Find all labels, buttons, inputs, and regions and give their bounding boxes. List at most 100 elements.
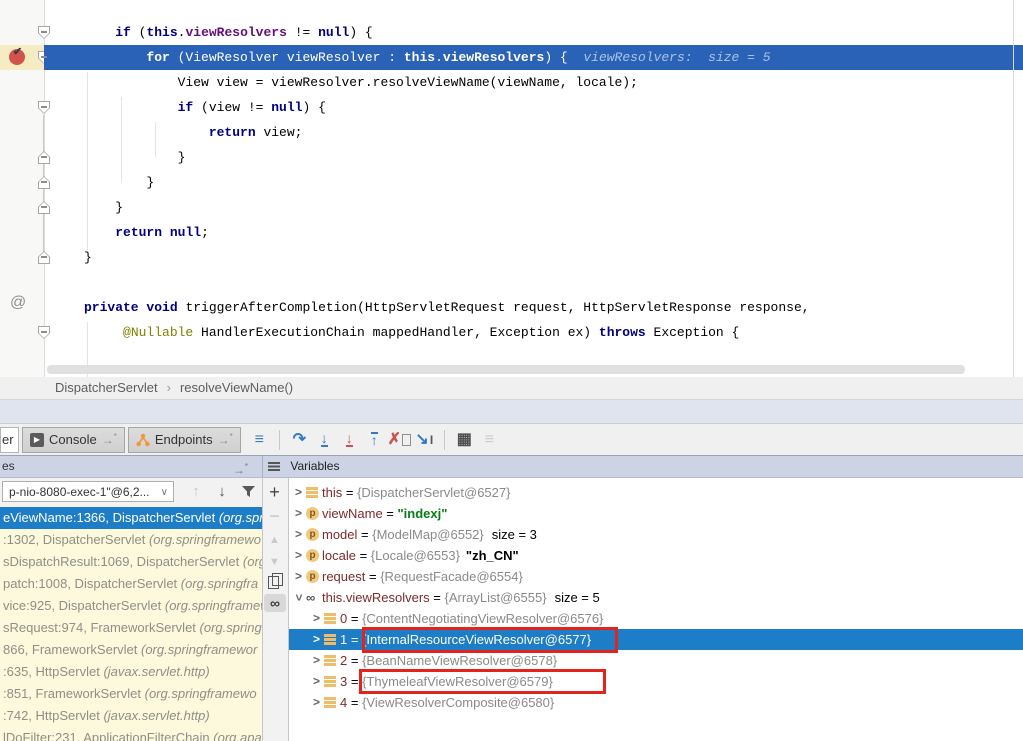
frame-row[interactable]: :742, HttpServlet (javax.servlet.http): [0, 705, 262, 727]
force-step-into-icon[interactable]: ↓: [337, 427, 362, 452]
breakpoint-icon[interactable]: ✔: [9, 49, 25, 65]
move-watch-up-button[interactable]: ▲: [262, 534, 287, 546]
breadcrumb-method[interactable]: resolveViewName(): [180, 380, 293, 395]
code-line[interactable]: View view = viewResolver.resolveViewName…: [44, 70, 1023, 95]
show-watches-toggle[interactable]: ∞: [264, 594, 286, 612]
code-line[interactable]: private void triggerAfterCompletion(Http…: [44, 295, 1023, 320]
add-watch-button[interactable]: +: [262, 482, 287, 503]
layout-menu-icon[interactable]: ≡: [247, 427, 272, 452]
frame-package: (javax.servlet.http): [103, 664, 209, 679]
frame-up-button[interactable]: ↑: [185, 481, 207, 503]
frame-location: sDispatchResult:1069, DispatcherServlet: [3, 554, 243, 569]
frame-package: (org.springframew: [165, 598, 262, 613]
layout-settings-icon[interactable]: ≡: [477, 427, 502, 452]
variable-row[interactable]: >pmodel = {ModelMap@6552}size = 3: [289, 524, 1023, 545]
variable-row[interactable]: >prequest = {RequestFacade@6554}: [289, 566, 1023, 587]
code-line[interactable]: return null;: [44, 220, 1023, 245]
frame-package: (org.apa: [213, 730, 261, 741]
code-text: }: [84, 200, 123, 215]
horizontal-scrollbar[interactable]: [47, 365, 965, 374]
debug-window-title-band: [0, 400, 1023, 424]
breadcrumb-class[interactable]: DispatcherServlet: [55, 380, 158, 395]
equals-sign: =: [347, 650, 362, 671]
tab-er[interactable]: er: [0, 427, 19, 453]
remove-watch-button[interactable]: −: [262, 506, 287, 527]
step-over-icon[interactable]: ↷: [287, 427, 312, 452]
frame-row[interactable]: eViewName:1366, DispatcherServlet (org.s…: [0, 507, 262, 529]
frames-header-label: es: [2, 459, 15, 473]
chevron-collapsed-icon[interactable]: >: [309, 650, 324, 671]
variable-row[interactable]: >∞this.viewResolvers = {ArrayList@6555}s…: [289, 587, 1023, 608]
evaluate-expression-icon[interactable]: ▦: [452, 427, 477, 452]
chevron-collapsed-icon[interactable]: >: [291, 503, 306, 524]
variable-row[interactable]: >2 = {BeanNameViewResolver@6578}: [289, 650, 1023, 671]
frame-row[interactable]: 866, FrameworkServlet (org.springframewo…: [0, 639, 262, 661]
chevron-collapsed-icon[interactable]: >: [309, 692, 324, 713]
copy-icon[interactable]: [268, 576, 279, 589]
field-icon: [306, 487, 322, 498]
tab-endpoints[interactable]: Endpoints→*: [128, 427, 241, 453]
frame-row[interactable]: :1302, DispatcherServlet (org.springfram…: [0, 529, 262, 551]
tab-label: Console: [49, 432, 97, 447]
code-line[interactable]: }: [44, 245, 1023, 270]
annotation-gutter-icon: @: [10, 294, 26, 312]
code-line[interactable]: }: [44, 170, 1023, 195]
frame-row[interactable]: lDoFilter:231, ApplicationFilterChain (o…: [0, 727, 262, 741]
variable-row[interactable]: >this = {DispatcherServlet@6527}: [289, 482, 1023, 503]
code-line[interactable]: for (ViewResolver viewResolver : this.vi…: [44, 45, 1023, 70]
jump-to-source-icon[interactable]: →*: [218, 432, 233, 447]
drop-frame-icon[interactable]: ✗: [387, 427, 412, 452]
frame-row[interactable]: vice:925, DispatcherServlet (org.springf…: [0, 595, 262, 617]
code-text: null: [170, 225, 201, 240]
move-watch-down-button[interactable]: ▼: [262, 556, 287, 568]
jump-to-source-icon[interactable]: →*: [102, 432, 117, 447]
code-area[interactable]: if (this.viewResolvers != null) { for (V…: [44, 0, 1023, 377]
parameter-icon: p: [306, 507, 322, 520]
code-text: [84, 125, 209, 140]
variable-row[interactable]: >4 = {ViewResolverComposite@6580}: [289, 692, 1023, 713]
chevron-collapsed-icon[interactable]: >: [309, 671, 324, 692]
frame-row[interactable]: :851, FrameworkServlet (org.springframew…: [0, 683, 262, 705]
variable-display-value: "zh_CN": [466, 545, 519, 566]
field-icon: [324, 613, 340, 624]
run-to-cursor-icon[interactable]: ↘I: [412, 427, 437, 452]
frame-row[interactable]: patch:1008, DispatcherServlet (org.sprin…: [0, 573, 262, 595]
frame-row[interactable]: sRequest:974, FrameworkServlet (org.spri…: [0, 617, 262, 639]
step-into-icon[interactable]: ↓: [312, 427, 337, 452]
variable-row[interactable]: >pviewName = "indexj": [289, 503, 1023, 524]
code-line[interactable]: }: [44, 195, 1023, 220]
frame-row[interactable]: sDispatchResult:1069, DispatcherServlet …: [0, 551, 262, 573]
chevron-collapsed-icon[interactable]: >: [291, 482, 306, 503]
code-text: viewResolvers: size = 5: [568, 50, 771, 65]
code-text: viewResolvers: [185, 25, 286, 40]
code-line[interactable]: }: [44, 145, 1023, 170]
chevron-expanded-icon[interactable]: >: [289, 590, 309, 605]
chevron-collapsed-icon[interactable]: >: [291, 566, 306, 587]
code-line[interactable]: return view;: [44, 120, 1023, 145]
code-line[interactable]: if (this.viewResolvers != null) {: [44, 20, 1023, 45]
code-text: (view !=: [193, 100, 271, 115]
code-text: [84, 50, 146, 65]
code-line[interactable]: @Nullable HandlerExecutionChain mappedHa…: [44, 320, 1023, 345]
chevron-collapsed-icon[interactable]: >: [291, 545, 306, 566]
debug-tabs-row: er▶Console→*Endpoints→* ≡↷↓↓↑✗↘I▦≡: [0, 424, 1023, 455]
code-line[interactable]: [44, 270, 1023, 295]
thread-dropdown[interactable]: p-nio-8080-exec-1"@6,2... ∨: [2, 481, 174, 502]
chevron-down-icon: ∨: [161, 482, 168, 502]
chevron-collapsed-icon[interactable]: >: [291, 524, 306, 545]
code-editor[interactable]: ✔ @ if (this.viewResolvers != null) { fo…: [0, 0, 1023, 377]
step-out-icon[interactable]: ↑: [362, 427, 387, 452]
frame-down-button[interactable]: ↓: [211, 481, 233, 503]
frame-row[interactable]: :635, HttpServlet (javax.servlet.http): [0, 661, 262, 683]
tab-console[interactable]: ▶Console→*: [22, 427, 125, 453]
frame-location: :851, FrameworkServlet: [3, 686, 145, 701]
filter-icon[interactable]: [237, 484, 259, 506]
variable-row[interactable]: >0 = {ContentNegotiatingViewResolver@657…: [289, 608, 1023, 629]
code-line[interactable]: if (view != null) {: [44, 95, 1023, 120]
field-icon: [324, 634, 340, 645]
code-text: }: [84, 150, 185, 165]
chevron-collapsed-icon[interactable]: >: [309, 608, 324, 629]
variable-row[interactable]: >plocale = {Locale@6553}"zh_CN": [289, 545, 1023, 566]
chevron-collapsed-icon[interactable]: >: [309, 629, 324, 650]
variables-menu-icon[interactable]: [268, 462, 280, 471]
